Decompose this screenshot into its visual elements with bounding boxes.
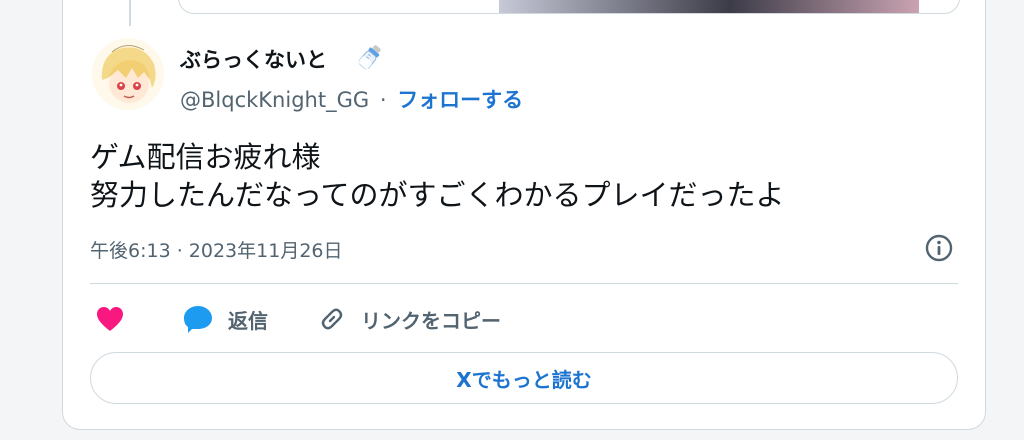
avatar-illustration	[92, 38, 164, 110]
thread-line	[129, 0, 131, 26]
user-handle[interactable]: @BlqckKnight_GG	[180, 88, 369, 112]
separator: ·	[379, 88, 387, 112]
tweet-media-image[interactable]	[499, 0, 919, 13]
tweet-text: ゲム配信お疲れ様 努力したんだなってのがすごくわかるプレイだったよ	[90, 138, 785, 214]
handle-row: @BlqckKnight_GG · フォローする	[180, 84, 523, 114]
previous-tweet-media-card[interactable]	[178, 0, 960, 14]
tweet-timestamp[interactable]: 午後6:13 · 2023年11月26日	[90, 236, 343, 263]
tweet-text-line-1: ゲム配信お疲れ様	[90, 140, 321, 174]
avatar[interactable]	[92, 38, 164, 110]
baby-bottle-icon	[358, 45, 381, 70]
reply-bubble-icon	[184, 306, 212, 333]
tweet-text-line-2: 努力したんだなってのがすごくわかるプレイだったよ	[90, 178, 785, 212]
heart-icon	[97, 307, 123, 331]
reply-button[interactable]: 返信	[182, 302, 268, 336]
copy-link-label: リンクをコピー	[361, 308, 501, 333]
read-more-button[interactable]: Xでもっと読む	[90, 352, 958, 404]
like-button[interactable]	[95, 302, 125, 336]
divider	[90, 283, 958, 284]
link-icon	[321, 308, 343, 330]
copy-link-button[interactable]: リンクをコピー	[317, 302, 501, 336]
display-name[interactable]: ぶらっくないと	[180, 44, 327, 74]
follow-link[interactable]: フォローする	[397, 88, 523, 112]
info-icon[interactable]	[924, 233, 954, 263]
reply-label: 返信	[228, 308, 268, 333]
